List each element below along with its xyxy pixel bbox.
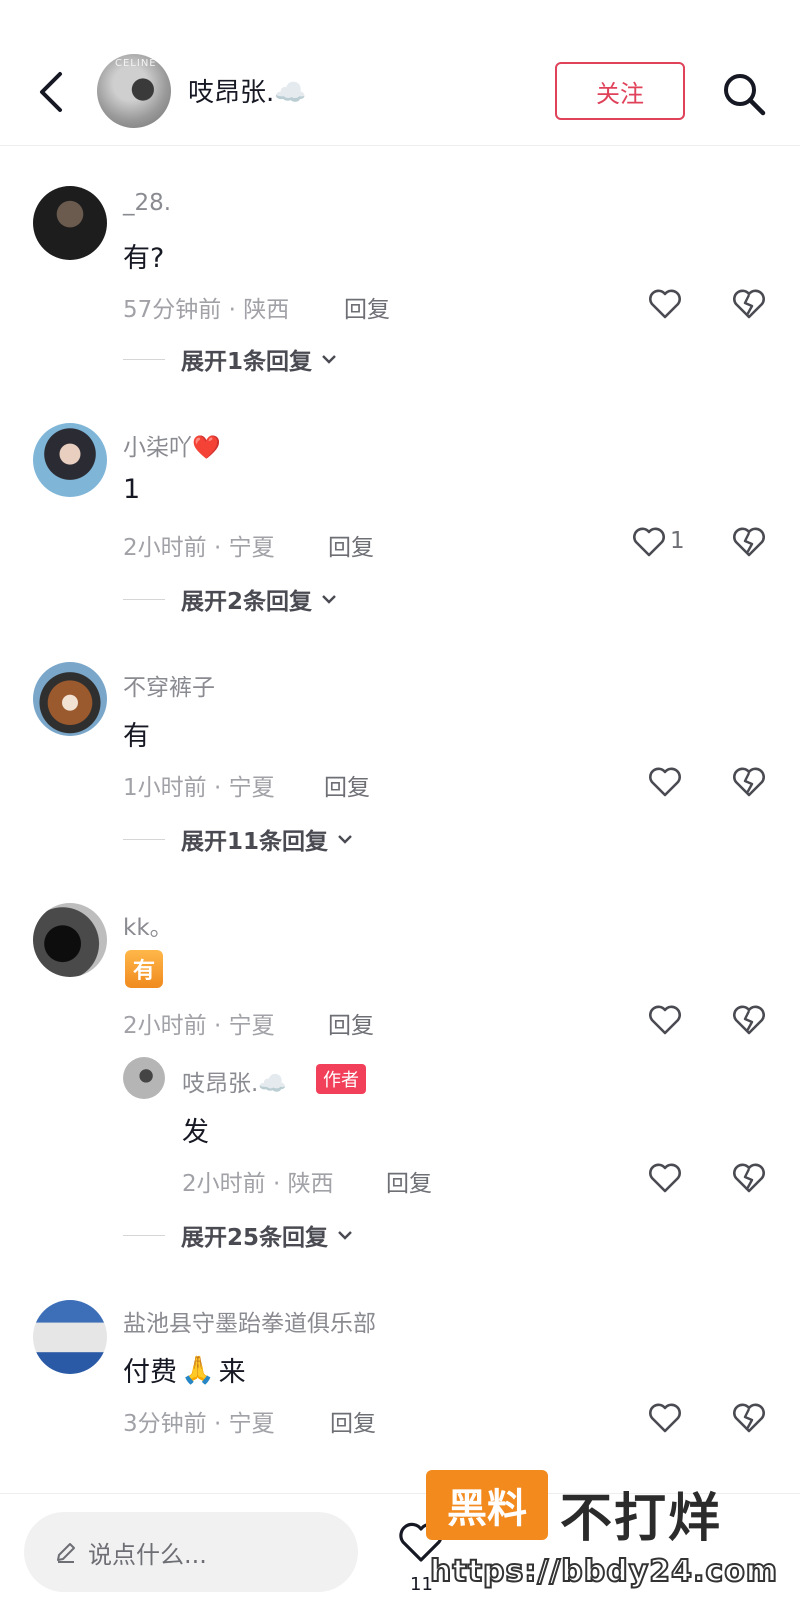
pray-emoji: 🙏	[181, 1354, 215, 1386]
comment-meta: 3分钟前 · 宁夏	[123, 1411, 275, 1437]
chevron-down-icon	[322, 355, 336, 364]
avatar[interactable]	[33, 1300, 107, 1374]
you-emoji-sticker: 有	[125, 950, 163, 988]
header-username[interactable]: 吱昂张.☁️	[188, 72, 307, 109]
comment-input[interactable]: 说点什么...	[24, 1512, 358, 1592]
search-icon[interactable]	[720, 70, 768, 118]
comment-username[interactable]: 小柒吖❤️	[123, 428, 221, 462]
expand-replies[interactable]: 展开2条回复	[123, 582, 338, 616]
input-placeholder: 说点什么...	[88, 1540, 207, 1569]
reply-button[interactable]: 回复	[328, 528, 374, 562]
heart-icon[interactable]	[648, 288, 682, 320]
comment-username[interactable]: 盐池县守墨跆拳道俱乐部	[123, 1304, 376, 1338]
avatar-tag: CELINE	[115, 58, 157, 69]
divider-line	[123, 838, 165, 840]
comment-text-part: 来	[218, 1357, 246, 1388]
comment-meta: 1小时前 · 宁夏	[123, 775, 275, 801]
comment-username[interactable]: kk。	[123, 908, 173, 942]
expand-label: 展开1条回复	[181, 349, 313, 375]
broken-heart-icon[interactable]	[732, 1402, 766, 1434]
comment-text-part: 付费	[123, 1357, 177, 1388]
broken-heart-icon[interactable]	[732, 526, 766, 558]
back-arrow-icon[interactable]	[36, 70, 66, 114]
comment-text: 付费 🙏 来	[123, 1350, 246, 1389]
reply-button[interactable]: 回复	[324, 768, 370, 802]
comment-meta: 57分钟前 · 陕西	[123, 297, 290, 323]
reply-meta: 2小时前 · 陕西	[182, 1171, 334, 1197]
expand-replies[interactable]: 展开11条回复	[123, 822, 354, 856]
follow-button[interactable]: 关注	[555, 62, 685, 120]
expand-label: 展开25条回复	[181, 1225, 329, 1251]
reply-username[interactable]: 吱昂张.☁️	[182, 1064, 287, 1098]
reply-avatar[interactable]	[123, 1057, 165, 1099]
heart-icon[interactable]	[648, 1402, 682, 1434]
divider-line	[123, 358, 165, 360]
heart-icon[interactable]	[632, 526, 666, 558]
heart-icon[interactable]	[648, 1162, 682, 1194]
header-bar: CELINE 吱昂张.☁️ 关注	[0, 0, 800, 146]
chevron-down-icon	[338, 835, 352, 844]
comment-meta: 2小时前 · 宁夏	[123, 1013, 275, 1039]
comment-username[interactable]: _28.	[123, 190, 171, 216]
broken-heart-icon[interactable]	[732, 1004, 766, 1036]
broken-heart-icon[interactable]	[732, 766, 766, 798]
comment-meta: 2小时前 · 宁夏	[123, 535, 275, 561]
comment-username[interactable]: 不穿裤子	[123, 668, 215, 702]
watermark-title: 不打烊	[560, 1489, 723, 1549]
heart-icon[interactable]	[648, 1004, 682, 1036]
chevron-down-icon	[338, 1231, 352, 1240]
avatar[interactable]	[33, 903, 107, 977]
expand-label: 展开11条回复	[181, 829, 329, 855]
watermark-url: https://bbdy24.com	[429, 1553, 779, 1590]
reply-button[interactable]: 回复	[344, 290, 390, 324]
avatar[interactable]	[33, 186, 107, 260]
broken-heart-icon[interactable]	[732, 288, 766, 320]
pencil-icon	[57, 1543, 75, 1563]
author-badge: 作者	[316, 1064, 366, 1094]
chevron-down-icon	[322, 595, 336, 604]
reply-button[interactable]: 回复	[328, 1006, 374, 1040]
divider-line	[123, 598, 165, 600]
header-avatar[interactable]: CELINE	[97, 54, 171, 128]
comment-text: 有	[125, 950, 163, 988]
expand-label: 展开2条回复	[181, 589, 313, 615]
avatar[interactable]	[33, 423, 107, 497]
watermark: 黑料 不打烊 https://bbdy24.com	[420, 1462, 790, 1602]
comment-text: 有?	[123, 243, 165, 274]
expand-replies[interactable]: 展开1条回复	[123, 342, 338, 376]
avatar[interactable]	[33, 662, 107, 736]
comment-text: 有	[123, 721, 150, 752]
like-count: 1	[670, 528, 685, 554]
reply-text: 发	[182, 1117, 209, 1148]
reply-button[interactable]: 回复	[330, 1404, 376, 1438]
heart-icon[interactable]	[648, 766, 682, 798]
broken-heart-icon[interactable]	[732, 1162, 766, 1194]
watermark-logo: 黑料	[426, 1470, 548, 1540]
comment-text: 1	[123, 474, 141, 505]
expand-replies[interactable]: 展开25条回复	[123, 1218, 354, 1252]
divider-line	[123, 1234, 165, 1236]
reply-button[interactable]: 回复	[386, 1164, 432, 1198]
